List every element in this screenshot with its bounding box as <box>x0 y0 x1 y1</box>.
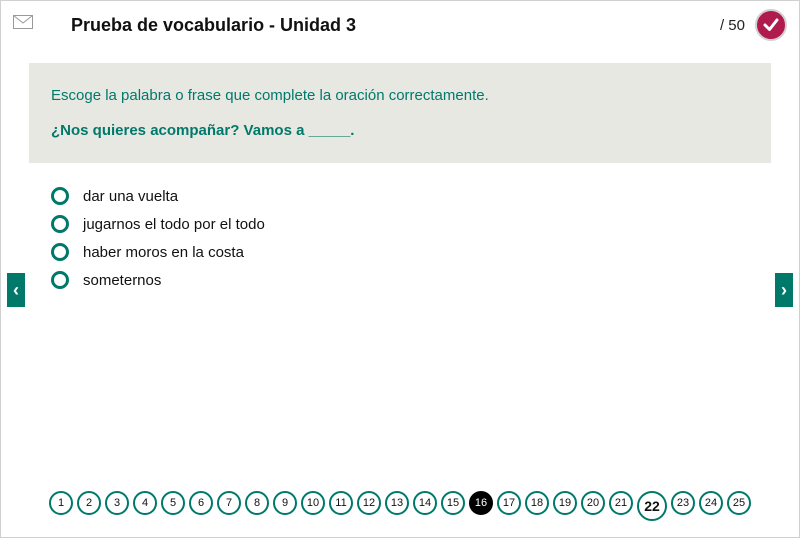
options-list: dar una vuelta jugarnos el todo por el t… <box>51 187 265 299</box>
chevron-left-icon: ‹ <box>13 281 19 299</box>
chevron-right-icon: › <box>781 281 787 299</box>
page-button-20[interactable]: 20 <box>581 491 605 515</box>
page-button-15[interactable]: 15 <box>441 491 465 515</box>
page-button-1[interactable]: 1 <box>49 491 73 515</box>
page-button-22[interactable]: 22 <box>637 491 667 521</box>
page-button-4[interactable]: 4 <box>133 491 157 515</box>
option-3[interactable]: haber moros en la costa <box>51 243 265 261</box>
header: Prueba de vocabulario - Unidad 3 / 50 <box>1 11 799 43</box>
instruction-text: Escoge la palabra o frase que complete l… <box>51 87 749 104</box>
radio-icon <box>51 215 69 233</box>
page-button-8[interactable]: 8 <box>245 491 269 515</box>
pager: 1234567891011121314151617181920212223242… <box>1 491 799 521</box>
option-1[interactable]: dar una vuelta <box>51 187 265 205</box>
page-button-24[interactable]: 24 <box>699 491 723 515</box>
next-button[interactable]: › <box>775 273 793 307</box>
page-button-13[interactable]: 13 <box>385 491 409 515</box>
page-button-2[interactable]: 2 <box>77 491 101 515</box>
page-button-11[interactable]: 11 <box>329 491 353 515</box>
radio-icon <box>51 271 69 289</box>
page-button-17[interactable]: 17 <box>497 491 521 515</box>
page-button-14[interactable]: 14 <box>413 491 437 515</box>
option-2[interactable]: jugarnos el todo por el todo <box>51 215 265 233</box>
page-button-3[interactable]: 3 <box>105 491 129 515</box>
option-label: haber moros en la costa <box>83 244 244 261</box>
page-button-23[interactable]: 23 <box>671 491 695 515</box>
page-button-5[interactable]: 5 <box>161 491 185 515</box>
option-label: dar una vuelta <box>83 188 178 205</box>
page-button-10[interactable]: 10 <box>301 491 325 515</box>
page-button-7[interactable]: 7 <box>217 491 241 515</box>
option-label: jugarnos el todo por el todo <box>83 216 265 233</box>
radio-icon <box>51 187 69 205</box>
prev-button[interactable]: ‹ <box>7 273 25 307</box>
question-text: ¿Nos quieres acompañar? Vamos a _____. <box>51 122 749 139</box>
radio-icon <box>51 243 69 261</box>
check-icon <box>761 15 781 35</box>
page-button-19[interactable]: 19 <box>553 491 577 515</box>
page-button-16[interactable]: 16 <box>469 491 493 515</box>
submit-button[interactable] <box>755 9 787 41</box>
page-button-9[interactable]: 9 <box>273 491 297 515</box>
mail-icon[interactable] <box>13 15 33 34</box>
score-display: / 50 <box>720 17 745 34</box>
page-button-18[interactable]: 18 <box>525 491 549 515</box>
quiz-frame: Prueba de vocabulario - Unidad 3 / 50 Es… <box>0 0 800 538</box>
page-button-21[interactable]: 21 <box>609 491 633 515</box>
page-button-12[interactable]: 12 <box>357 491 381 515</box>
option-label: someternos <box>83 272 161 289</box>
prompt-box: Escoge la palabra o frase que complete l… <box>29 63 771 163</box>
page-title: Prueba de vocabulario - Unidad 3 <box>71 15 356 36</box>
option-4[interactable]: someternos <box>51 271 265 289</box>
page-button-25[interactable]: 25 <box>727 491 751 515</box>
page-button-6[interactable]: 6 <box>189 491 213 515</box>
